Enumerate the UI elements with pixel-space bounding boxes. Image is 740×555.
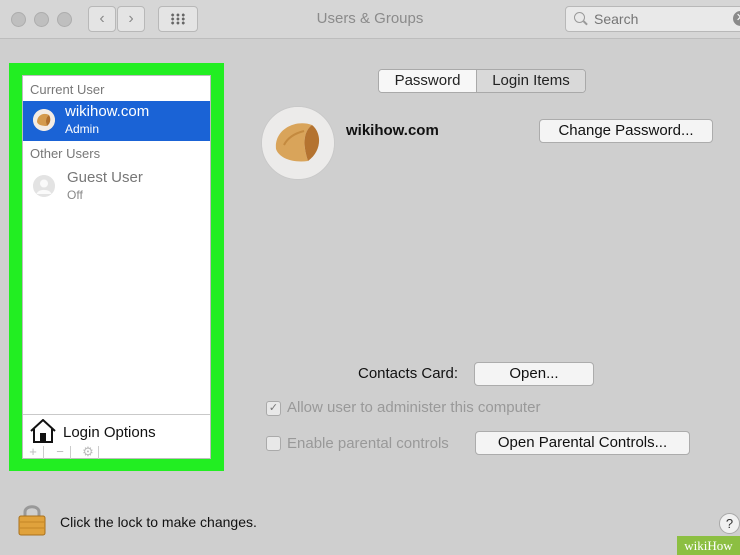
- add-user-button[interactable]: +: [23, 445, 44, 459]
- user-list-highlight: Current User wikihow.com Admin Other Use…: [9, 63, 224, 471]
- remove-user-button[interactable]: −: [50, 445, 71, 459]
- tab-control: Password Login Items: [378, 69, 586, 93]
- user-list-toolbar: + − ⚙: [23, 445, 210, 460]
- open-contacts-button[interactable]: Open...: [474, 362, 594, 386]
- lock-icon[interactable]: [17, 502, 47, 536]
- lock-message: Click the lock to make changes.: [60, 514, 257, 530]
- allow-admin-checkbox[interactable]: ✓: [266, 401, 281, 416]
- allow-admin-label: Allow user to administer this computer: [287, 399, 541, 416]
- title-bar: ‹ › Users & Groups ✕: [0, 0, 740, 39]
- user-name: Guest User: [67, 169, 143, 186]
- login-options-label: Login Options: [63, 424, 156, 441]
- user-row-wikihow[interactable]: wikihow.com Admin: [23, 101, 210, 141]
- clear-search-icon[interactable]: ✕: [733, 11, 740, 26]
- tab-login-items[interactable]: Login Items: [477, 70, 585, 92]
- account-name: wikihow.com: [346, 122, 439, 139]
- open-parental-controls-button[interactable]: Open Parental Controls...: [475, 431, 690, 455]
- user-status: Off: [67, 188, 83, 202]
- search-field[interactable]: ✕: [565, 6, 740, 32]
- user-row-guest[interactable]: Guest User Off: [23, 167, 210, 207]
- current-user-heading: Current User: [30, 82, 105, 97]
- search-input[interactable]: [592, 9, 726, 29]
- fortune-cookie-avatar: [33, 109, 55, 131]
- tab-password[interactable]: Password: [379, 70, 477, 92]
- user-picture[interactable]: [261, 106, 335, 180]
- house-icon: [30, 419, 56, 443]
- watermark: wikiHow: [677, 536, 740, 555]
- login-options-item[interactable]: Login Options: [23, 414, 210, 447]
- parental-controls-label: Enable parental controls: [287, 435, 449, 452]
- search-icon: [574, 12, 585, 23]
- gear-icon[interactable]: ⚙: [78, 445, 99, 459]
- help-button[interactable]: ?: [719, 513, 740, 534]
- parental-controls-checkbox[interactable]: [266, 436, 281, 451]
- user-role: Admin: [65, 122, 100, 136]
- contacts-card-label: Contacts Card:: [358, 365, 459, 382]
- change-password-button[interactable]: Change Password...: [539, 119, 713, 143]
- user-name: wikihow.com: [65, 103, 150, 120]
- user-list: Current User wikihow.com Admin Other Use…: [22, 75, 211, 459]
- other-users-heading: Other Users: [30, 146, 101, 161]
- footer-bar: Click the lock to make changes. ?: [0, 472, 740, 555]
- person-silhouette-icon: [33, 175, 55, 197]
